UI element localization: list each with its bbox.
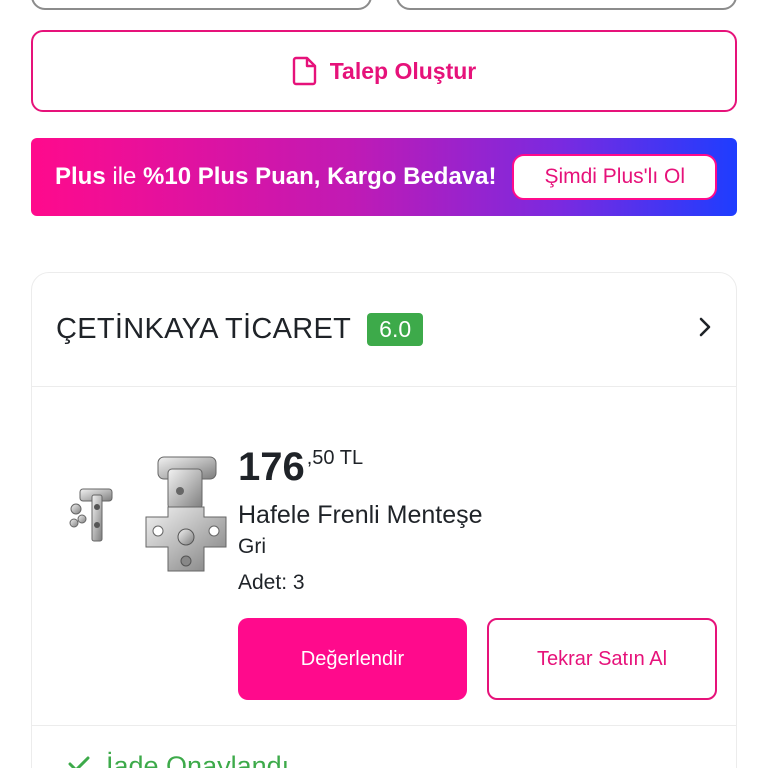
return-status-text: İade Onaylandı bbox=[106, 751, 290, 768]
product-name[interactable]: Hafele Frenli Menteşe bbox=[238, 501, 483, 530]
seller-name: ÇETİNKAYA TİCARET bbox=[56, 313, 352, 345]
plus-brand: Plus bbox=[55, 163, 106, 190]
join-plus-button[interactable]: Şimdi Plus'lı Ol bbox=[512, 154, 717, 200]
document-icon bbox=[292, 56, 318, 86]
create-request-label: Talep Oluştur bbox=[329, 57, 477, 84]
plus-promo-text: Plus ile %10 Plus Puan, Kargo Bedava! bbox=[55, 163, 497, 191]
chevron-right-icon[interactable] bbox=[698, 316, 712, 343]
order-card: ÇETİNKAYA TİCARET 6.0 176 ,50 TL Hafele … bbox=[31, 272, 737, 768]
buy-again-button[interactable]: Tekrar Satın Al bbox=[487, 618, 717, 700]
product-price: 176 ,50 TL bbox=[238, 445, 363, 489]
product-color: Gri bbox=[238, 535, 266, 558]
hinge-image[interactable] bbox=[68, 451, 228, 589]
rate-button[interactable]: Değerlendir bbox=[238, 618, 467, 700]
divider bbox=[32, 725, 736, 726]
plus-offer: %10 Plus Puan, Kargo Bedava! bbox=[143, 163, 497, 190]
create-request-button[interactable]: Talep Oluştur bbox=[31, 30, 737, 112]
checkmark-icon bbox=[68, 755, 90, 768]
return-status: İade Onaylandı bbox=[68, 751, 289, 768]
price-decimal: ,50 TL bbox=[306, 447, 364, 469]
plus-promo-banner[interactable]: Plus ile %10 Plus Puan, Kargo Bedava! Şi… bbox=[31, 138, 737, 216]
seller-rating-badge: 6.0 bbox=[367, 313, 424, 346]
price-integer: 176 bbox=[238, 445, 305, 489]
product-quantity: Adet: 3 bbox=[238, 571, 305, 594]
previous-right-button[interactable] bbox=[396, 0, 737, 10]
seller-row[interactable]: ÇETİNKAYA TİCARET 6.0 bbox=[32, 273, 736, 387]
plus-text-mid: ile bbox=[105, 163, 144, 190]
previous-left-button[interactable] bbox=[31, 0, 372, 10]
